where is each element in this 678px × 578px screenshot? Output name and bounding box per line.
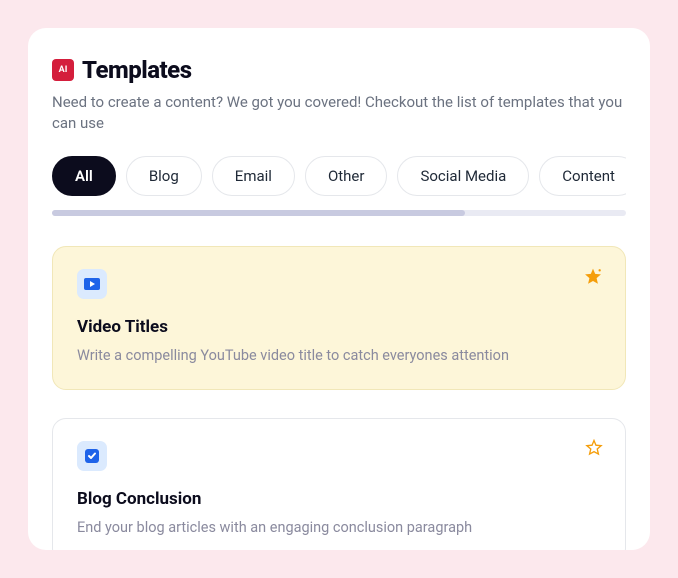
card-title: Video Titles [77, 317, 601, 337]
tab-email[interactable]: Email [212, 156, 295, 196]
templates-panel: AI Templates Need to create a content? W… [28, 28, 650, 550]
tab-other[interactable]: Other [305, 156, 388, 196]
tabs-scrollbar[interactable] [52, 210, 626, 216]
header: AI Templates [52, 56, 626, 84]
template-card-blog-conclusion[interactable]: Blog Conclusion End your blog articles w… [52, 418, 626, 550]
ai-badge-icon: AI [52, 59, 74, 81]
card-description: Write a compelling YouTube video title t… [77, 345, 601, 367]
tab-all[interactable]: All [52, 156, 116, 196]
tab-social-media[interactable]: Social Media [397, 156, 529, 196]
star-outline-icon[interactable] [585, 439, 603, 461]
star-filled-icon[interactable] [583, 267, 603, 291]
card-title: Blog Conclusion [77, 489, 601, 509]
template-card-video-titles[interactable]: Video Titles Write a compelling YouTube … [52, 246, 626, 390]
tab-content[interactable]: Content [539, 156, 626, 196]
card-description: End your blog articles with an engaging … [77, 517, 601, 539]
check-icon [77, 441, 107, 471]
tabs-row: All Blog Email Other Social Media Conten… [52, 156, 626, 196]
tabs-scrollbar-thumb[interactable] [52, 210, 465, 216]
page-subtitle: Need to create a content? We got you cov… [52, 92, 626, 134]
video-icon [77, 269, 107, 299]
page-title: Templates [82, 56, 192, 84]
ai-badge-text: AI [59, 65, 68, 75]
tab-blog[interactable]: Blog [126, 156, 202, 196]
